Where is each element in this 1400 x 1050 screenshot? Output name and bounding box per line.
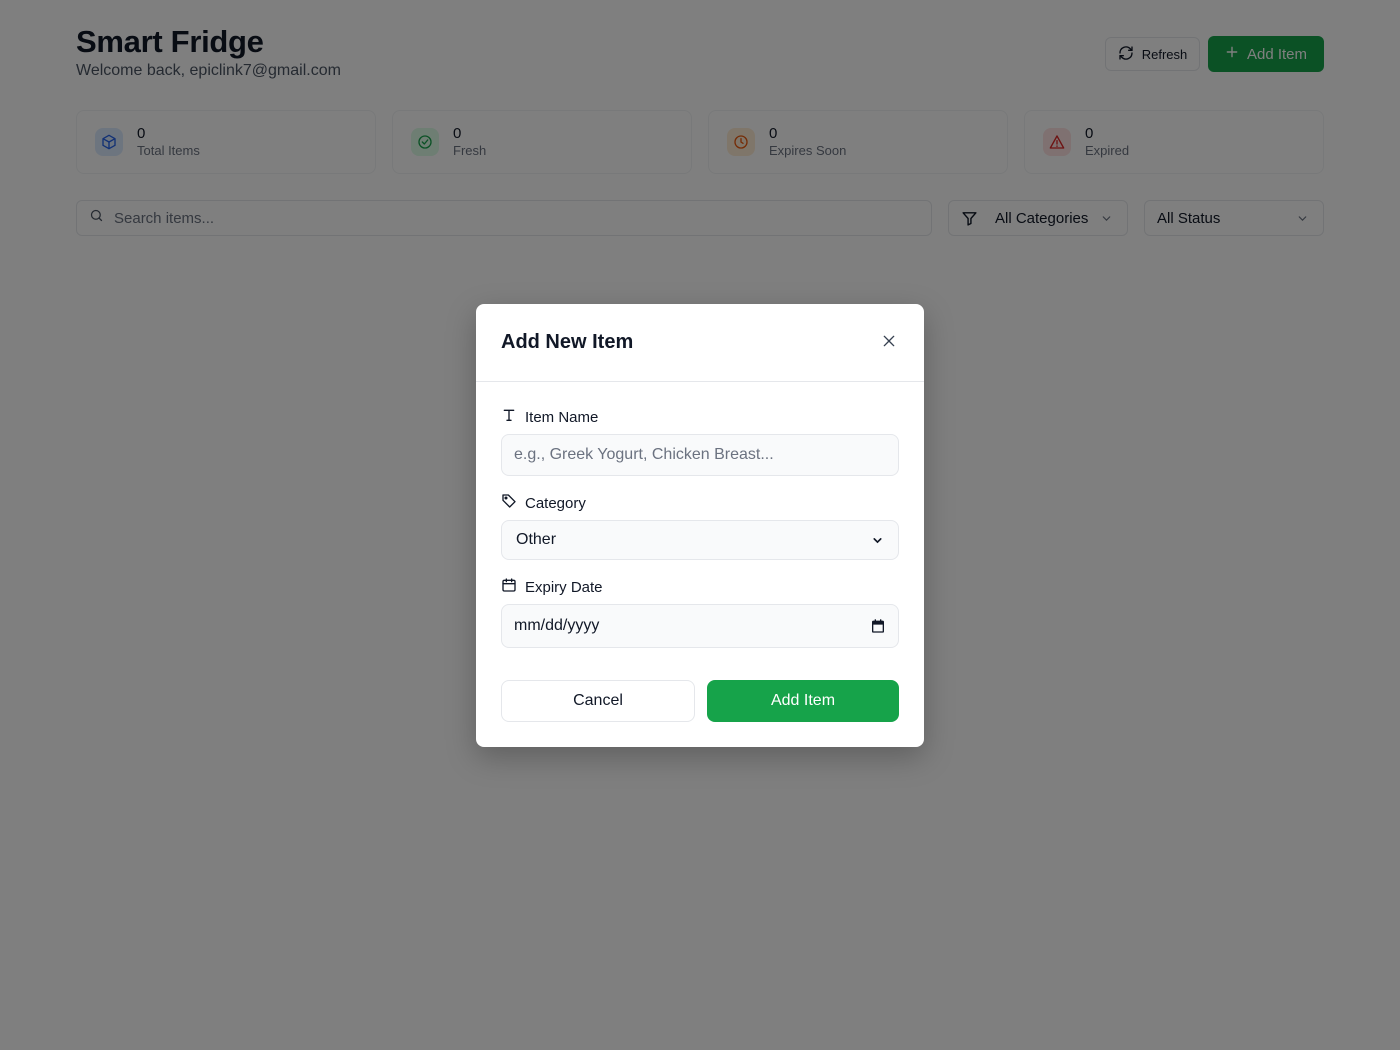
- chevron-down-icon: [871, 534, 884, 547]
- cancel-button[interactable]: Cancel: [501, 680, 695, 722]
- category-select-value: Other: [516, 531, 557, 548]
- close-icon: [881, 333, 897, 352]
- close-button[interactable]: [880, 333, 898, 351]
- text-type-icon: [501, 407, 517, 427]
- calendar-picker-icon[interactable]: [870, 618, 886, 634]
- expiry-date-label: Expiry Date: [501, 577, 603, 597]
- dashboard-page: Smart Fridge Welcome back, epiclink7@gma…: [0, 0, 1400, 1050]
- add-item-dialog: Add New Item Item Name Category Othe: [476, 304, 924, 747]
- expiry-date-placeholder: mm/dd/yyyy: [514, 617, 600, 634]
- item-name-label: Item Name: [501, 407, 598, 427]
- submit-add-item-button[interactable]: Add Item: [707, 680, 899, 722]
- dialog-header: Add New Item: [476, 304, 924, 382]
- category-label-text: Category: [525, 494, 586, 512]
- calendar-icon: [501, 577, 517, 597]
- dialog-title: Add New Item: [501, 331, 634, 353]
- item-name-input[interactable]: [501, 434, 899, 476]
- item-name-label-text: Item Name: [525, 408, 599, 426]
- expiry-date-label-text: Expiry Date: [525, 578, 603, 596]
- category-select[interactable]: Other: [501, 520, 899, 560]
- expiry-date-input[interactable]: mm/dd/yyyy: [501, 604, 899, 648]
- category-label: Category: [501, 493, 586, 513]
- tag-icon: [501, 493, 517, 513]
